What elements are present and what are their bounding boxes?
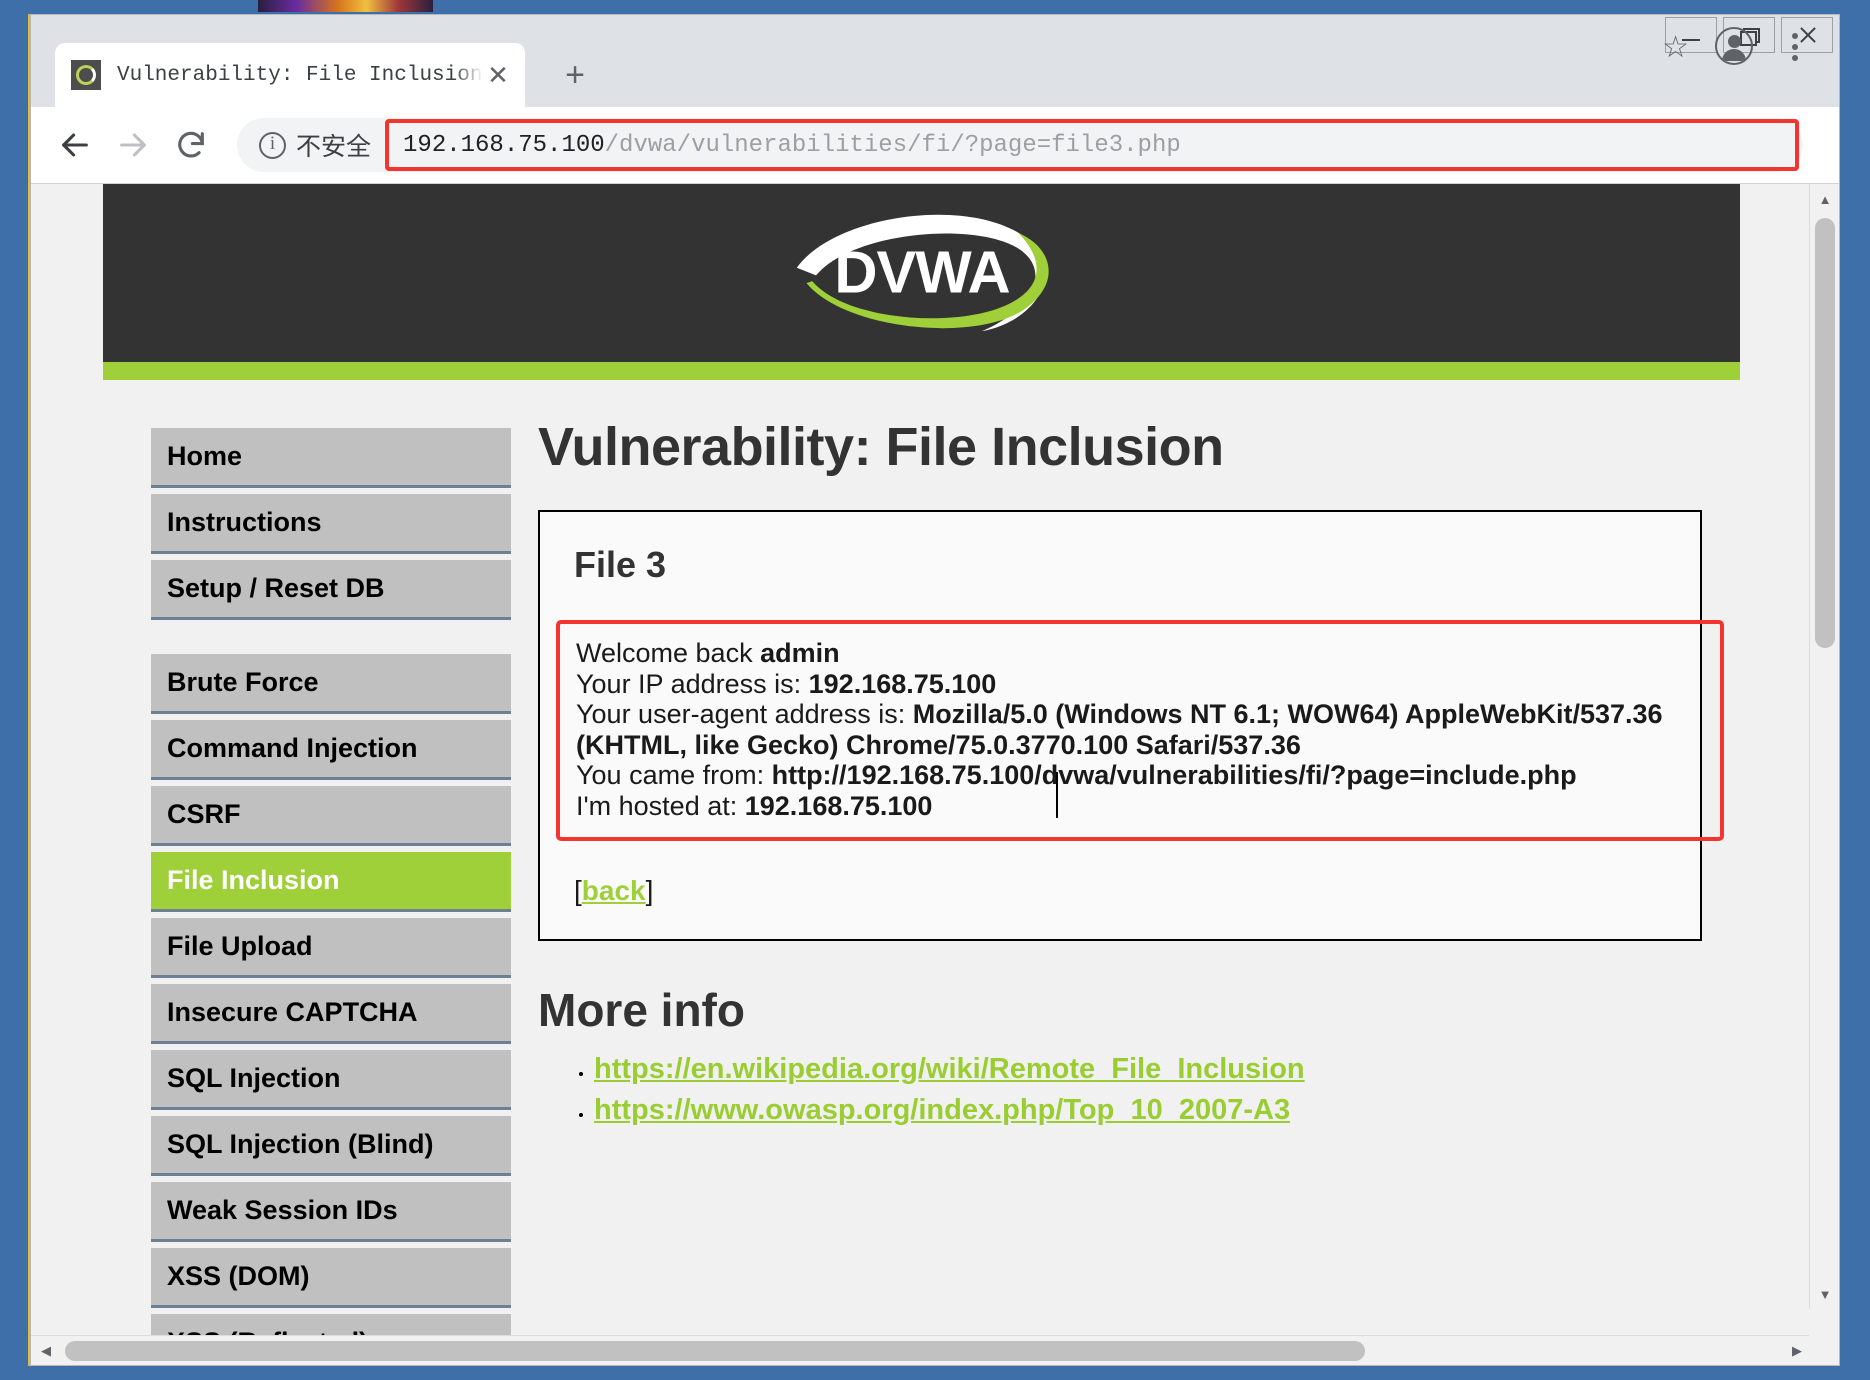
bracket-open: [ bbox=[574, 875, 582, 906]
sidebar-item-command-injection[interactable]: Command Injection bbox=[151, 720, 511, 780]
owasp-top10-link[interactable]: https://www.owasp.org/index.php/Top_10_2… bbox=[594, 1094, 1290, 1126]
sidebar-group-primary: Home Instructions Setup / Reset DB bbox=[151, 428, 528, 620]
site-header: DVWA bbox=[103, 184, 1740, 362]
page-body: Home Instructions Setup / Reset DB Brute… bbox=[103, 380, 1740, 1365]
text-cursor bbox=[1056, 772, 1058, 818]
sidebar-group-vulnerabilities: Brute Force Command Injection CSRF File … bbox=[151, 654, 528, 1365]
user-agent-label: Your user-agent address is: bbox=[576, 699, 913, 729]
svg-text:DVWA: DVWA bbox=[834, 239, 1009, 306]
sidebar-nav: Home Instructions Setup / Reset DB Brute… bbox=[103, 380, 528, 1365]
referer-value: http://192.168.75.100/dvwa/vulnerabiliti… bbox=[771, 760, 1577, 790]
url-path: /dvwa/vulnerabilities/fi/?page=file3.php bbox=[604, 131, 1181, 159]
user-agent-line: Your user-agent address is: Mozilla/5.0 … bbox=[576, 699, 1704, 760]
sidebar-item-csrf[interactable]: CSRF bbox=[151, 786, 511, 846]
welcome-line: Welcome back admin bbox=[576, 638, 1704, 669]
list-item: https://www.owasp.org/index.php/Top_10_2… bbox=[594, 1094, 1740, 1127]
sidebar-item-home[interactable]: Home bbox=[151, 428, 511, 488]
sidebar-item-weak-session-ids[interactable]: Weak Session IDs bbox=[151, 1182, 511, 1242]
dvwa-logo: DVWA bbox=[796, 214, 1049, 332]
ip-label: Your IP address is: bbox=[576, 668, 809, 699]
info-circle-icon bbox=[259, 131, 286, 159]
back-link[interactable]: back bbox=[582, 875, 646, 906]
site-info-button[interactable]: 不安全 bbox=[237, 127, 371, 163]
scroll-right-arrow-icon[interactable]: ▶ bbox=[1782, 1336, 1812, 1365]
main-content: Vulnerability: File Inclusion File 3 Wel… bbox=[528, 380, 1740, 1365]
scroll-left-arrow-icon[interactable]: ◀ bbox=[31, 1336, 61, 1365]
file-heading: File 3 bbox=[574, 544, 667, 585]
forward-button[interactable] bbox=[107, 119, 159, 171]
header-accent-bar bbox=[103, 362, 1740, 380]
page-viewport: DVWA Home Instructions Setup / Reset DB … bbox=[31, 183, 1839, 1365]
browser-tab[interactable]: Vulnerability: File Inclusion ✕ bbox=[55, 43, 525, 107]
vulnerability-panel: File 3 Welcome back admin Your IP addres… bbox=[538, 510, 1724, 941]
url-highlight-annotation: 192.168.75.100/dvwa/vulnerabilities/fi/?… bbox=[385, 119, 1799, 171]
reload-button[interactable] bbox=[165, 119, 217, 171]
scroll-down-arrow-icon[interactable]: ▼ bbox=[1810, 1279, 1839, 1309]
sidebar-item-file-upload[interactable]: File Upload bbox=[151, 918, 511, 978]
hosted-at-value: 192.168.75.100 bbox=[744, 790, 933, 821]
ip-value: 192.168.75.100 bbox=[808, 668, 997, 699]
new-tab-button[interactable]: + bbox=[556, 57, 594, 95]
security-status-label: 不安全 bbox=[296, 133, 372, 161]
sidebar-item-insecure-captcha[interactable]: Insecure CAPTCHA bbox=[151, 984, 511, 1044]
horizontal-scrollbar[interactable]: ◀ ▶ bbox=[31, 1335, 1812, 1365]
sidebar-item-sql-injection-blind[interactable]: SQL Injection (Blind) bbox=[151, 1116, 511, 1176]
bookmark-star-icon[interactable]: ☆ bbox=[1662, 30, 1689, 65]
browser-window: Vulnerability: File Inclusion ✕ + i 不安全 … bbox=[30, 14, 1840, 1366]
sidebar-item-brute-force[interactable]: Brute Force bbox=[151, 654, 511, 714]
referer-line: You came from: http://192.168.75.100/dvw… bbox=[576, 760, 1704, 791]
echo-highlight-annotation: Welcome back admin Your IP address is: 1… bbox=[556, 620, 1724, 841]
scrollbar-corner bbox=[1809, 1335, 1839, 1365]
profile-avatar-icon[interactable] bbox=[1715, 27, 1753, 65]
welcome-username: admin bbox=[760, 638, 840, 668]
omnibox[interactable]: 不安全 192.168.75.100/dvwa/vulnerabilities/… bbox=[237, 118, 1803, 172]
list-item: https://en.wikipedia.org/wiki/Remote_Fil… bbox=[594, 1053, 1740, 1086]
scroll-up-arrow-icon[interactable]: ▲ bbox=[1810, 184, 1839, 214]
sidebar-item-xss-dom[interactable]: XSS (DOM) bbox=[151, 1248, 511, 1308]
desktop-taskbar-strip bbox=[258, 0, 433, 12]
bracket-close: ] bbox=[645, 875, 654, 906]
desktop-background: Vulnerability: File Inclusion ✕ + i 不安全 … bbox=[0, 0, 1870, 1380]
tab-title: Vulnerability: File Inclusion bbox=[117, 63, 483, 87]
horizontal-scrollbar-thumb[interactable] bbox=[65, 1341, 1365, 1361]
hosted-at-label: I'm hosted at: bbox=[576, 790, 745, 821]
browser-toolbar: 不安全 192.168.75.100/dvwa/vulnerabilities/… bbox=[31, 27, 1839, 183]
wikipedia-rfi-link[interactable]: https://en.wikipedia.org/wiki/Remote_Fil… bbox=[594, 1053, 1305, 1085]
referer-label: You came from: bbox=[576, 760, 772, 790]
vertical-scrollbar-thumb[interactable] bbox=[1815, 218, 1835, 648]
ip-line: Your IP address is: 192.168.75.100 bbox=[576, 669, 1704, 700]
vertical-scrollbar[interactable]: ▲ ▼ bbox=[1809, 184, 1839, 1309]
sidebar-item-setup-reset-db[interactable]: Setup / Reset DB bbox=[151, 560, 511, 620]
welcome-prefix: Welcome back bbox=[576, 638, 761, 668]
favicon-icon bbox=[71, 60, 101, 90]
hosted-at-line: I'm hosted at: 192.168.75.100 bbox=[576, 791, 1704, 822]
back-link-row: [back] bbox=[574, 875, 1666, 907]
address-bar-input[interactable]: 192.168.75.100/dvwa/vulnerabilities/fi/?… bbox=[403, 132, 1181, 159]
dvwa-page: DVWA Home Instructions Setup / Reset DB … bbox=[31, 184, 1812, 1365]
more-menu-icon[interactable] bbox=[1777, 25, 1813, 69]
tab-close-icon[interactable]: ✕ bbox=[483, 60, 513, 90]
sidebar-item-sql-injection[interactable]: SQL Injection bbox=[151, 1050, 511, 1110]
more-info-link-list: https://en.wikipedia.org/wiki/Remote_Fil… bbox=[538, 1053, 1740, 1127]
more-info-title: More info bbox=[538, 984, 745, 1036]
page-title: Vulnerability: File Inclusion bbox=[538, 417, 1224, 477]
back-button[interactable] bbox=[49, 119, 101, 171]
browser-titlebar: Vulnerability: File Inclusion ✕ + bbox=[31, 15, 1839, 107]
sidebar-item-instructions[interactable]: Instructions bbox=[151, 494, 511, 554]
sidebar-item-file-inclusion[interactable]: File Inclusion bbox=[151, 852, 511, 912]
url-host: 192.168.75.100 bbox=[403, 131, 605, 159]
